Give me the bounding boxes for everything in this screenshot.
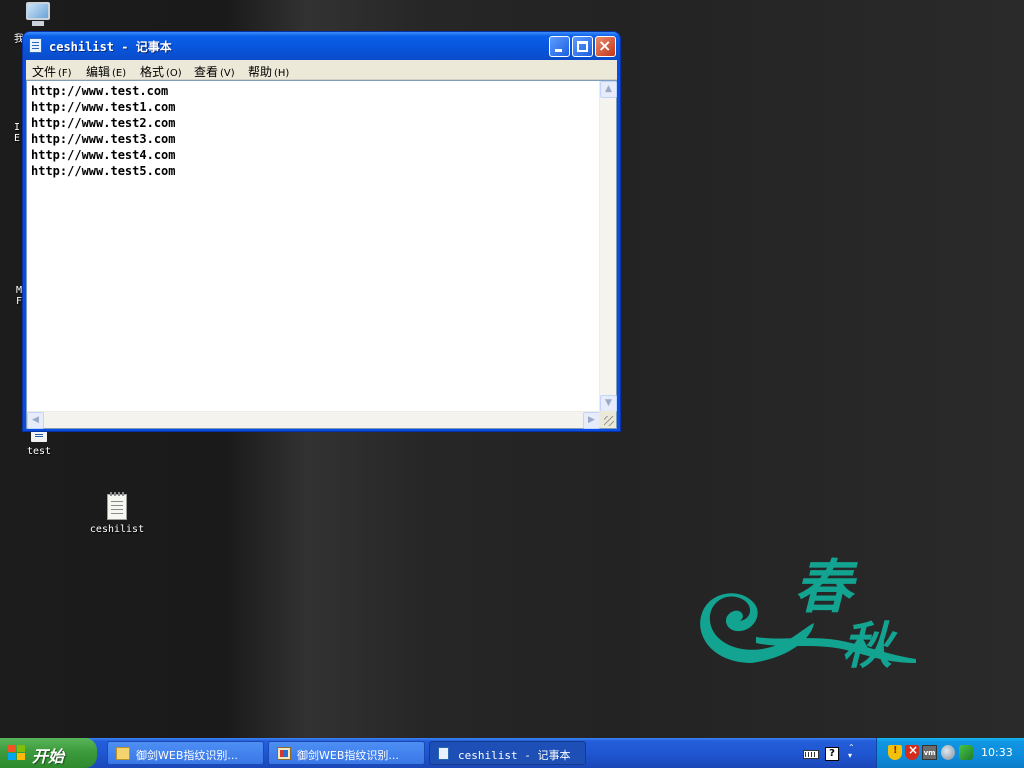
- menu-mnemonic: (O): [166, 68, 182, 79]
- test-label: test: [26, 446, 52, 457]
- folder-icon: [116, 747, 130, 760]
- task-label: 御剑WEB指纹识别...: [297, 749, 399, 762]
- window-title: ceshilist - 记事本: [49, 40, 172, 54]
- partial-label-line: E: [14, 133, 21, 144]
- notepad-icon: [438, 747, 449, 760]
- computer-icon: [24, 2, 52, 26]
- task-button[interactable]: 御剑WEB指纹识别...: [268, 741, 425, 765]
- help-icon[interactable]: ?: [825, 747, 839, 761]
- scroll-down-button[interactable]: ▼: [600, 395, 617, 412]
- text-line: http://www.test4.com: [31, 148, 176, 162]
- title-bar[interactable]: ceshilist - 记事本 ×: [23, 32, 620, 60]
- notepad-icon[interactable]: [29, 38, 42, 53]
- close-icon: ×: [598, 36, 612, 55]
- notepad-window[interactable]: ceshilist - 记事本 × 文件 (F) 编辑 (E) 格式 (O) 查看 (V…: [22, 31, 621, 432]
- windows-logo-icon: [8, 745, 26, 761]
- chunqiu-logo: 春 秋: [700, 553, 916, 675]
- start-label: 开始: [32, 747, 65, 766]
- task-label: 御剑WEB指纹识别...: [136, 749, 238, 762]
- app-icon: [277, 747, 291, 760]
- test-shortcut-icon[interactable]: test: [18, 430, 60, 457]
- start-button[interactable]: 开始: [0, 738, 97, 768]
- task-button[interactable]: 御剑WEB指纹识别...: [107, 741, 264, 765]
- menu-mnemonic: (H): [274, 68, 290, 79]
- scroll-up-button[interactable]: ▲: [600, 81, 617, 98]
- close-button[interactable]: ×: [595, 36, 616, 57]
- scroll-right-button[interactable]: ▶: [583, 412, 600, 429]
- menu-mnemonic: (E): [112, 68, 127, 79]
- horizontal-scrollbar[interactable]: ◀ ▶: [27, 411, 600, 429]
- text-line: http://www.test2.com: [31, 116, 176, 130]
- text-line: http://www.test3.com: [31, 132, 176, 146]
- options-glyph: ⌃: [848, 743, 855, 752]
- menu-label: 帮助: [248, 65, 273, 79]
- network-icon[interactable]: [941, 745, 955, 760]
- minimize-button[interactable]: [549, 36, 570, 57]
- app-tray-icon[interactable]: [959, 745, 973, 760]
- system-tray: vm 10:33: [876, 738, 1024, 768]
- ceshilist-label: ceshilist: [89, 524, 145, 535]
- task-label: ceshilist - 记事本: [458, 749, 571, 762]
- menu-help[interactable]: 帮助 (H): [248, 63, 289, 80]
- menu-view[interactable]: 查看 (V): [194, 63, 235, 80]
- text-line: http://www.test1.com: [31, 100, 176, 114]
- keyboard-icon[interactable]: [803, 750, 819, 759]
- menu-label: 查看: [194, 65, 219, 79]
- text-line: http://www.test.com: [31, 84, 169, 98]
- firewall-warning-icon[interactable]: [905, 743, 919, 760]
- maximize-icon: [577, 41, 588, 52]
- vmware-tools-icon[interactable]: vm: [922, 745, 937, 760]
- minimize-icon: [555, 49, 562, 52]
- text-line: http://www.test5.com: [31, 164, 176, 178]
- logo-qiu-text: 秋: [842, 616, 898, 675]
- vertical-scrollbar[interactable]: ▲ ▼: [599, 81, 617, 412]
- menu-format[interactable]: 格式 (O): [140, 63, 182, 80]
- editor-text[interactable]: http://www.test.com http://www.test1.com…: [31, 83, 176, 179]
- notepad-file-icon: [107, 492, 127, 520]
- menu-label: 文件: [32, 65, 57, 79]
- ceshilist-file-icon[interactable]: ceshilist: [86, 492, 148, 535]
- scroll-left-button[interactable]: ◀: [27, 412, 44, 429]
- language-bar: ? ⌃ ▾: [800, 742, 866, 764]
- menu-bar: 文件 (F) 编辑 (E) 格式 (O) 查看 (V) 帮助 (H): [26, 60, 617, 80]
- desktop-partial-label[interactable]: I E: [14, 122, 20, 144]
- menu-mnemonic: (F): [58, 68, 72, 79]
- menu-edit[interactable]: 编辑 (E): [86, 63, 126, 80]
- taskbar: 开始 御剑WEB指纹识别... 御剑WEB指纹识别... ceshilist -…: [0, 738, 1024, 768]
- text-editor[interactable]: http://www.test.com http://www.test1.com…: [26, 80, 617, 429]
- partial-label-line: I: [14, 122, 21, 133]
- logo-chun-text: 春: [794, 553, 858, 621]
- menu-mnemonic: (V): [220, 68, 235, 79]
- language-options-icon[interactable]: ⌃ ▾: [848, 744, 855, 760]
- menu-label: 格式: [140, 65, 165, 79]
- security-alert-icon[interactable]: [888, 745, 902, 760]
- resize-grip[interactable]: [599, 411, 616, 428]
- menu-label: 编辑: [86, 65, 111, 79]
- clock[interactable]: 10:33: [981, 746, 1013, 759]
- task-button-active[interactable]: ceshilist - 记事本: [429, 741, 586, 765]
- maximize-button[interactable]: [572, 36, 593, 57]
- menu-file[interactable]: 文件 (F): [32, 63, 72, 80]
